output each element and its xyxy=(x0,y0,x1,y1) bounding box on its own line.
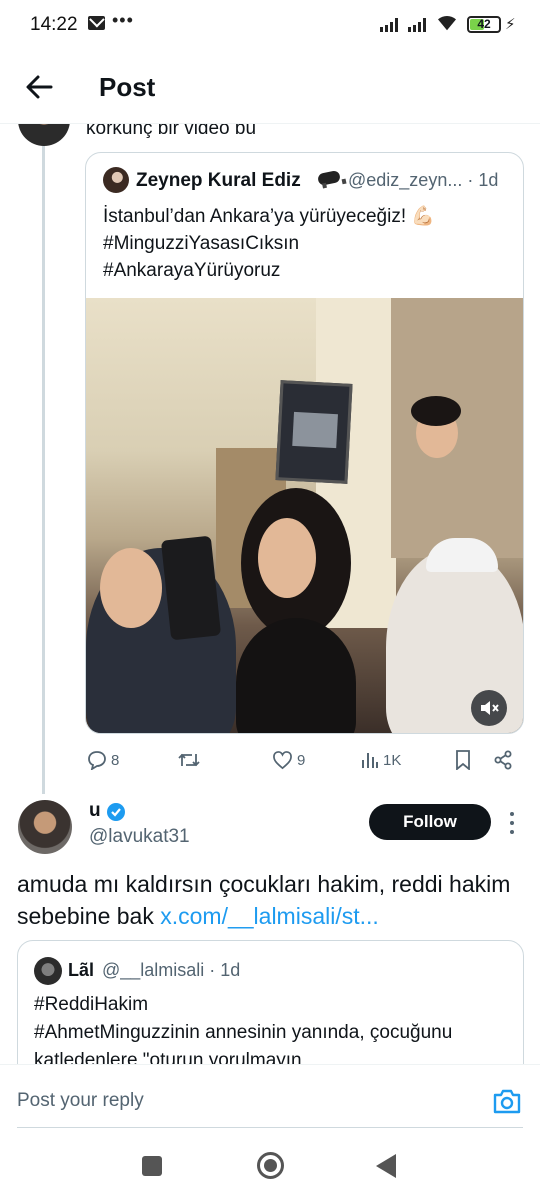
bookmark-button[interactable] xyxy=(455,746,471,774)
view-count: 1K xyxy=(383,751,402,769)
divider xyxy=(17,1127,523,1128)
handle-text: @ediz_zeyn... xyxy=(348,170,463,190)
reply-button[interactable]: 8 xyxy=(87,746,119,774)
text-line: İstanbul’dan Ankara’ya yürüyeceğiz! 💪🏻 xyxy=(103,206,436,227)
quoted-post[interactable]: Zeynep Kural Ediz @ediz_zeyn... · 1d İst… xyxy=(85,152,524,734)
follow-button[interactable]: Follow xyxy=(369,804,491,840)
more-options-icon[interactable] xyxy=(506,810,518,836)
repost-icon xyxy=(178,753,200,767)
author-handle[interactable]: @lavukat31 xyxy=(89,826,190,848)
author-handle[interactable]: @ediz_zeyn... · 1d xyxy=(348,170,498,191)
video-player[interactable] xyxy=(86,298,523,733)
thread-connector xyxy=(42,124,45,794)
post-link[interactable]: x.com/__lalmisali/st... xyxy=(160,903,379,929)
reply-icon xyxy=(88,751,106,770)
home-icon[interactable] xyxy=(257,1152,284,1179)
reply-count: 8 xyxy=(111,751,120,769)
views-icon xyxy=(362,753,378,768)
avatar[interactable] xyxy=(103,167,129,193)
avatar[interactable] xyxy=(18,800,72,854)
mute-icon[interactable] xyxy=(471,690,507,726)
back-arrow-icon[interactable] xyxy=(24,72,54,102)
quoted-post-text: #ReddiHakim #AhmetMinguzzinin annesinin … xyxy=(34,994,453,1064)
post-text: amuda mı kaldırsın çocukları hakim, redd… xyxy=(17,868,527,932)
author-name[interactable]: u xyxy=(89,800,101,822)
like-count: 9 xyxy=(297,751,306,769)
avatar[interactable] xyxy=(34,957,62,985)
top-header: Post xyxy=(0,52,540,124)
post-time: · 1d xyxy=(467,170,499,190)
battery-icon: 42 xyxy=(467,16,501,33)
like-button[interactable]: 9 xyxy=(272,746,305,774)
repost-button[interactable] xyxy=(177,746,201,774)
system-nav-bar xyxy=(0,1130,540,1200)
skateboard-emoji-icon xyxy=(316,169,342,187)
reply-composer xyxy=(0,1064,540,1130)
heart-icon xyxy=(273,750,292,769)
video-scene xyxy=(411,396,461,426)
author-handle[interactable]: @__lalmisali · 1d xyxy=(102,960,240,981)
views-button[interactable]: 1K xyxy=(361,746,401,774)
status-bar: 14:22 ••• 42 ⚡ xyxy=(0,0,540,52)
camera-icon[interactable] xyxy=(492,1087,522,1115)
mail-icon xyxy=(88,16,105,30)
back-nav-icon[interactable] xyxy=(376,1154,396,1178)
share-button[interactable] xyxy=(493,746,513,774)
page-title: Post xyxy=(99,72,156,102)
signal-icon xyxy=(380,18,398,32)
verified-badge-icon xyxy=(107,803,125,821)
post-text: korkunç bir video bu xyxy=(86,124,257,139)
video-scene xyxy=(275,380,353,484)
video-scene xyxy=(160,535,222,641)
thread[interactable]: korkunç bir video bu Zeynep Kural Ediz @… xyxy=(0,124,540,1064)
video-scene xyxy=(236,618,356,733)
battery-level: 42 xyxy=(477,17,491,31)
recent-apps-icon[interactable] xyxy=(142,1156,162,1176)
video-scene xyxy=(258,518,316,598)
author-name[interactable]: Lãl xyxy=(68,960,94,981)
post-actions: 8 9 1K xyxy=(85,746,520,776)
charging-icon: ⚡ xyxy=(505,16,516,33)
quoted-post[interactable]: Lãl @__lalmisali · 1d #ReddiHakim #Ahmet… xyxy=(17,940,524,1064)
hashtag[interactable]: #AnkarayaYürüyoruz xyxy=(103,257,513,284)
wifi-icon xyxy=(438,15,456,31)
author-name[interactable]: Zeynep Kural Ediz xyxy=(136,170,301,192)
status-time: 14:22 xyxy=(30,14,78,35)
video-scene xyxy=(100,548,162,628)
bookmark-icon xyxy=(456,750,470,770)
reply-input[interactable] xyxy=(17,1090,417,1112)
hashtag[interactable]: #MinguzziYasasıCıksın xyxy=(103,230,513,257)
signal-icon-2 xyxy=(408,18,426,32)
avatar[interactable] xyxy=(18,124,70,146)
quoted-post-text: İstanbul’dan Ankara’ya yürüyeceğiz! 💪🏻 #… xyxy=(103,203,513,284)
more-notifications-icon: ••• xyxy=(112,10,134,30)
share-icon xyxy=(494,750,512,770)
